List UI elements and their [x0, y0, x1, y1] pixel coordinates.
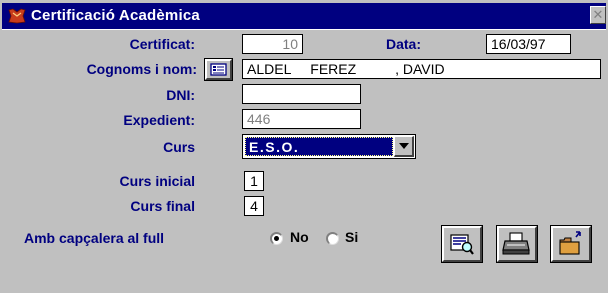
- print-button[interactable]: [496, 225, 538, 263]
- curs-select[interactable]: E.S.O.: [242, 134, 416, 159]
- curs-label: Curs: [163, 139, 195, 155]
- chevron-down-icon[interactable]: [394, 136, 414, 157]
- data-field[interactable]: 16/03/97: [486, 34, 571, 54]
- print-preview-icon: [450, 234, 474, 255]
- close-icon: ✕: [592, 8, 604, 23]
- radio-si[interactable]: [326, 232, 339, 245]
- exit-button[interactable]: [550, 225, 592, 263]
- cognoms-label: Cognoms i nom:: [86, 61, 197, 77]
- data-label: Data:: [386, 36, 422, 52]
- exit-folder-icon: [559, 231, 581, 255]
- curs-selected-value: E.S.O.: [245, 137, 393, 156]
- title-bar: Certificació Acadèmica ✕: [2, 3, 606, 29]
- dni-field[interactable]: [242, 84, 361, 104]
- radio-si-label: Si: [345, 229, 359, 245]
- preview-button[interactable]: [441, 225, 483, 263]
- close-button[interactable]: ✕: [590, 6, 606, 24]
- radio-no[interactable]: [270, 232, 283, 245]
- printer-icon: [502, 232, 530, 255]
- expedient-field[interactable]: 446: [242, 109, 361, 129]
- capcalera-label: Amb capçalera al full: [24, 230, 165, 246]
- curs-inicial-field[interactable]: 1: [244, 171, 264, 191]
- curs-final-field[interactable]: 4: [244, 196, 264, 216]
- app-logo-icon: [8, 8, 26, 24]
- expedient-label: Expedient:: [123, 112, 195, 128]
- certificat-field[interactable]: 10: [242, 34, 303, 54]
- window-title: Certificació Acadèmica: [31, 7, 200, 24]
- form-area: Certificat: 10 Data: 16/03/97 Cognoms i …: [2, 29, 606, 291]
- certificat-label: Certificat:: [129, 36, 195, 52]
- lookup-button[interactable]: [204, 58, 233, 81]
- curs-inicial-label: Curs inicial: [119, 173, 195, 189]
- curs-final-label: Curs final: [130, 198, 195, 214]
- dni-label: DNI:: [166, 87, 195, 103]
- cognoms-field[interactable]: ALDEL FEREZ , DAVID: [242, 59, 601, 79]
- radio-no-label: No: [290, 229, 309, 245]
- certificacio-window: Certificació Acadèmica ✕ Certificat: 10 …: [0, 0, 608, 293]
- list-card-icon: [210, 63, 227, 76]
